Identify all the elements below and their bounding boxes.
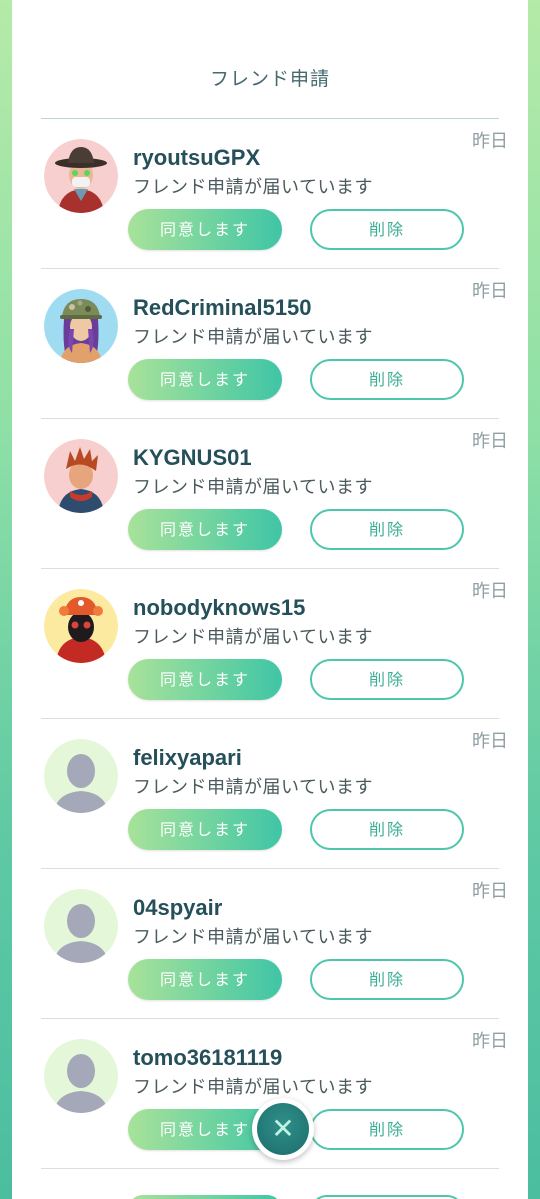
avatar[interactable]: [44, 1039, 118, 1113]
delete-button[interactable]: 削除: [310, 659, 464, 700]
avatar[interactable]: [44, 439, 118, 513]
partial-list-item: [12, 1169, 528, 1199]
delete-button-partial[interactable]: [310, 1195, 464, 1199]
delete-button[interactable]: 削除: [310, 809, 464, 850]
friend-name: ryoutsuGPX: [133, 145, 261, 170]
accept-button[interactable]: 同意します: [128, 209, 282, 250]
accept-button[interactable]: 同意します: [128, 659, 282, 700]
page-title: フレンド申請: [209, 68, 330, 90]
avatar[interactable]: [44, 889, 118, 963]
friend-name: 04spyair: [133, 895, 223, 920]
request-date: 昨日: [472, 581, 508, 602]
request-status-text: フレンド申請が届いています: [133, 177, 373, 198]
request-status-text: フレンド申請が届いています: [133, 627, 373, 648]
request-status-text: フレンド申請が届いています: [133, 327, 373, 348]
accept-button[interactable]: 同意します: [128, 509, 282, 550]
avatar[interactable]: [44, 739, 118, 813]
accept-button-partial[interactable]: [128, 1195, 282, 1199]
accept-button[interactable]: 同意します: [128, 809, 282, 850]
request-status-text: フレンド申請が届いています: [133, 1077, 373, 1098]
friend-request-item: felixyapari フレンド申請が届いています 昨日 同意します 削除: [12, 719, 528, 869]
friend-request-list: ryoutsuGPX フレンド申請が届いています 昨日 同意します 削除 Red…: [12, 119, 528, 1169]
friend-requests-panel: フレンド申請 ryoutsuGPX フレンド申請が届いています 昨日 同意します…: [12, 0, 528, 1199]
avatar[interactable]: [44, 589, 118, 663]
request-status-text: フレンド申請が届いています: [133, 927, 373, 948]
request-status-text: フレンド申請が届いています: [133, 777, 373, 798]
delete-button[interactable]: 削除: [310, 209, 464, 250]
request-date: 昨日: [472, 131, 508, 152]
friend-name: felixyapari: [133, 745, 242, 770]
friend-request-item: RedCriminal5150 フレンド申請が届いています 昨日 同意します 削…: [12, 269, 528, 419]
accept-button[interactable]: 同意します: [128, 359, 282, 400]
request-date: 昨日: [472, 731, 508, 752]
friend-request-item: ryoutsuGPX フレンド申請が届いています 昨日 同意します 削除: [12, 119, 528, 269]
delete-button[interactable]: 削除: [310, 359, 464, 400]
request-date: 昨日: [472, 431, 508, 452]
friend-request-item: 04spyair フレンド申請が届いています 昨日 同意します 削除: [12, 869, 528, 1019]
accept-button[interactable]: 同意します: [128, 959, 282, 1000]
delete-button[interactable]: 削除: [310, 509, 464, 550]
friend-request-item: KYGNUS01 フレンド申請が届いています 昨日 同意します 削除: [12, 419, 528, 569]
avatar[interactable]: [44, 289, 118, 363]
friend-name: tomo36181119: [133, 1045, 283, 1070]
request-date: 昨日: [472, 881, 508, 902]
request-status-text: フレンド申請が届いています: [133, 477, 373, 498]
delete-button[interactable]: 削除: [310, 959, 464, 1000]
close-icon: ✕: [257, 1103, 309, 1155]
close-button[interactable]: ✕: [252, 1098, 314, 1160]
friend-name: nobodyknows15: [133, 595, 306, 620]
friend-name: KYGNUS01: [133, 445, 252, 470]
friend-request-item: nobodyknows15 フレンド申請が届いています 昨日 同意します 削除: [12, 569, 528, 719]
friend-name: RedCriminal5150: [133, 295, 312, 320]
avatar[interactable]: [44, 139, 118, 213]
delete-button[interactable]: 削除: [310, 1109, 464, 1150]
request-date: 昨日: [472, 1031, 508, 1052]
request-date: 昨日: [472, 281, 508, 302]
